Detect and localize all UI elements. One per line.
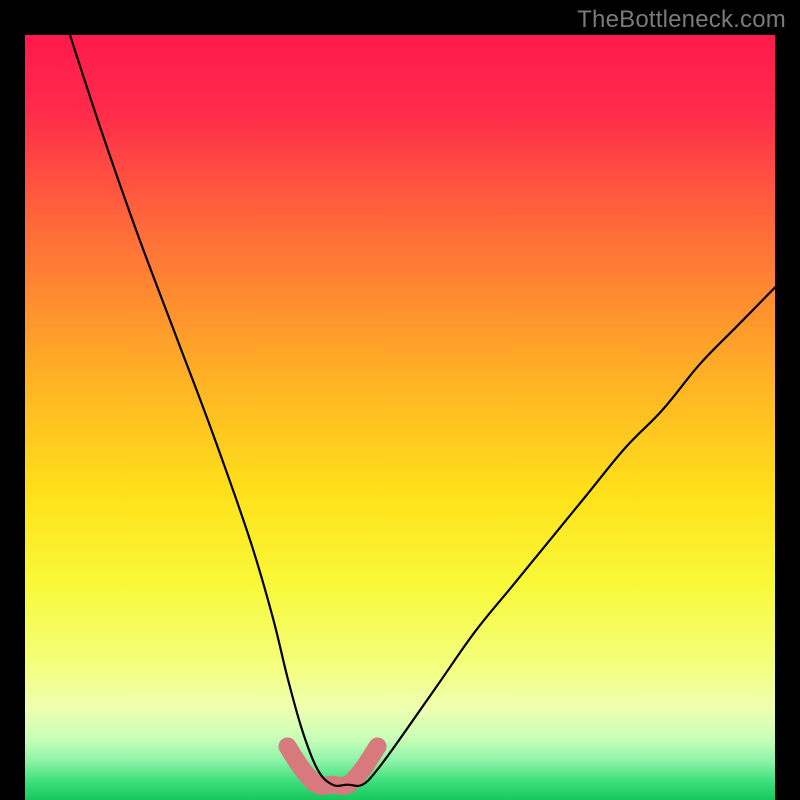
curve-layer [25, 35, 775, 800]
chart-frame: TheBottleneck.com [0, 0, 800, 800]
attribution-text: TheBottleneck.com [577, 6, 786, 34]
plot-area [25, 35, 775, 800]
highlight-band [288, 746, 378, 785]
bottleneck-curve [70, 35, 775, 786]
